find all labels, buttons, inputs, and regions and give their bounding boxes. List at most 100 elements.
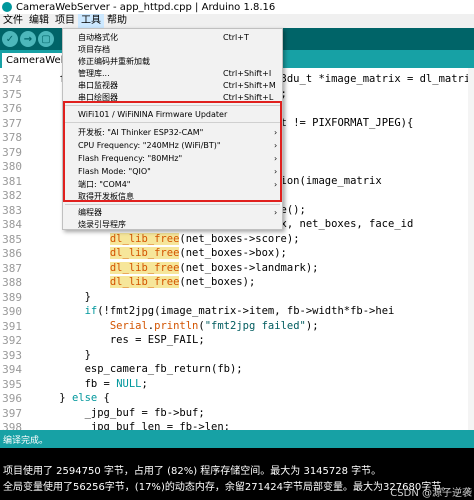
tools-menu-item[interactable]: 烧录引导程序 [63, 219, 282, 231]
code-line: if(!fmt2jpg(image_matrix->item, fb->widt… [84, 305, 395, 317]
tools-menu-item[interactable]: 端口: "COM4" › [63, 179, 282, 191]
arduino-logo-icon [2, 2, 12, 12]
tools-menu-item[interactable]: Flash Mode: "QIO" › [63, 166, 282, 178]
menu-item-label: 串口监视器 [78, 81, 118, 90]
line-number: 378 [2, 131, 22, 144]
line-number: 376 [2, 102, 22, 115]
code-line: dl_lib_free(net_boxes->landmark); [109, 261, 319, 274]
code-line: res = ESP_FAIL; [34, 334, 205, 346]
status-text: 编译完成。 [3, 436, 49, 446]
code-line: _jpg_buf_len = fb->len; [34, 421, 230, 430]
menu-item-label: WiFi101 / WiFiNINA Firmware Updater [78, 110, 228, 119]
menu-help[interactable]: 帮助 [104, 14, 130, 28]
menu-item-shortcut: Ctrl+Shift+I [223, 69, 272, 78]
tools-menu-item[interactable]: 取得开发板信息 [63, 191, 282, 203]
tools-menu-item[interactable]: 修正编码并重新加载 [63, 56, 282, 68]
menu-item-label: 编程器 [78, 208, 102, 217]
line-number: 388 [2, 276, 22, 289]
line-number: 397 [2, 406, 22, 420]
menu-bar: 文件 编辑 项目 工具 帮助 [0, 14, 474, 28]
code-line: _jpg_buf = fb->buf; [34, 406, 205, 419]
tools-menu-item[interactable]: 自动格式化 Ctrl+T [63, 32, 282, 44]
code-line: dl_lib_free(net_boxes->box); [109, 247, 287, 259]
menu-item-label: 端口: "COM4" [78, 180, 131, 189]
menu-separator [65, 105, 280, 106]
title-bar: CameraWebServer - app_httpd.cpp | Arduin… [0, 0, 474, 14]
menu-edit[interactable]: 编辑 [26, 14, 52, 28]
line-number: 382 [2, 189, 22, 202]
vertical-scrollbar[interactable] [468, 68, 474, 430]
tools-menu-item[interactable]: CPU Frequency: "240MHz (WiFi/BT)" › [63, 140, 282, 152]
line-number: 380 [2, 160, 22, 173]
chevron-right-icon: › [274, 141, 278, 150]
tools-menu: 自动格式化 Ctrl+T 项目存档修正编码并重新加载 管理库... Ctrl+Shift… [62, 28, 283, 230]
line-number: 379 [2, 145, 22, 159]
chevron-right-icon: › [274, 167, 278, 176]
chevron-right-icon: › [274, 128, 278, 137]
code-line: } else { [34, 392, 110, 404]
code-line: } [34, 290, 91, 303]
line-number-gutter: 374 375 376 377 378 379 380 381 382 383 384 385 386 3… [0, 68, 28, 430]
menu-tools[interactable]: 工具 [78, 14, 104, 28]
tools-menu-item[interactable]: 串口监视器 Ctrl+Shift+M [63, 80, 282, 92]
status-bar: 编译完成。 [0, 430, 474, 448]
line-number: 395 [2, 377, 22, 391]
line-number: 375 [2, 87, 22, 101]
menu-item-label: 烧录引导程序 [78, 220, 126, 229]
menu-separator [65, 122, 280, 123]
line-number: 385 [2, 232, 22, 246]
menu-item-label: 开发板: "AI Thinker ESP32-CAM" [78, 128, 204, 137]
line-number: 393 [2, 348, 22, 362]
tools-menu-item[interactable]: 开发板: "AI Thinker ESP32-CAM" › [63, 127, 282, 139]
menu-item-shortcut: Ctrl+T [223, 33, 249, 42]
menu-sketch[interactable]: 项目 [52, 14, 78, 28]
window-title: CameraWebServer - app_httpd.cpp | Arduin… [16, 1, 276, 13]
line-number: 383 [2, 203, 22, 217]
tools-menu-item[interactable]: 项目存档 [63, 44, 282, 56]
console-output: 项目使用了 2594750 字节，占用了 (82%) 程序存储空间。最大为 31… [0, 448, 474, 500]
console-line: 全局变量使用了56256字节，(17%)的动态内存，余留271424字节局部变量… [3, 482, 452, 493]
line-number: 387 [2, 261, 22, 275]
line-number: 392 [2, 334, 22, 347]
tools-menu-item[interactable]: Flash Frequency: "80MHz" › [63, 153, 282, 165]
menu-separator [65, 204, 280, 205]
line-number: 394 [2, 363, 22, 376]
menu-item-label: 取得开发板信息 [78, 192, 134, 201]
chevron-right-icon: › [274, 208, 278, 217]
tools-menu-item[interactable]: 编程器 › [63, 207, 282, 219]
menu-file[interactable]: 文件 [0, 14, 26, 28]
menu-item-label: 修正编码并重新加载 [78, 57, 150, 66]
line-number: 390 [2, 305, 22, 318]
line-number: 381 [2, 174, 22, 188]
tools-menu-item[interactable]: 串口绘图器 Ctrl+Shift+L [63, 92, 282, 104]
code-line: esp_camera_fb_return(fb); [34, 363, 243, 375]
menu-item-shortcut: Ctrl+Shift+M [223, 81, 276, 90]
menu-item-label: 项目存档 [78, 45, 110, 54]
menu-item-label: 自动格式化 [78, 33, 118, 42]
menu-item-label: Flash Mode: "QIO" [78, 167, 151, 176]
code-line: dl_lib_free(net_boxes->score); [109, 232, 300, 245]
menu-item-label: CPU Frequency: "240MHz (WiFi/BT)" [78, 141, 221, 150]
menu-item-label: Flash Frequency: "80MHz" [78, 154, 183, 163]
menu-item-shortcut: Ctrl+Shift+L [223, 93, 274, 102]
code-line: } [34, 348, 91, 361]
tools-menu-item[interactable]: 管理库... Ctrl+Shift+I [63, 68, 282, 80]
verify-button[interactable]: ✓ [2, 31, 18, 47]
line-number: 377 [2, 116, 22, 130]
line-number: 374 [2, 73, 22, 86]
new-sketch-button[interactable]: ▢ [38, 31, 54, 47]
upload-button[interactable]: → [20, 31, 36, 47]
line-number: 389 [2, 290, 22, 304]
menu-item-label: 串口绘图器 [78, 93, 118, 102]
line-number: 396 [2, 392, 22, 405]
menu-item-label: 管理库... [78, 69, 110, 78]
line-number: 386 [2, 247, 22, 260]
line-number: 384 [2, 218, 22, 231]
chevron-right-icon: › [274, 180, 278, 189]
code-line: dl_lib_free(net_boxes); [109, 276, 256, 288]
code-line: fb = NULL; [34, 377, 148, 390]
line-number: 391 [2, 319, 22, 333]
console-line: 项目使用了 2594750 字节，占用了 (82%) 程序存储空间。最大为 31… [3, 466, 382, 477]
code-line: Serial.println("fmt2jpg failed"); [109, 319, 319, 332]
tools-menu-item[interactable]: WiFi101 / WiFiNINA Firmware Updater [63, 109, 282, 121]
